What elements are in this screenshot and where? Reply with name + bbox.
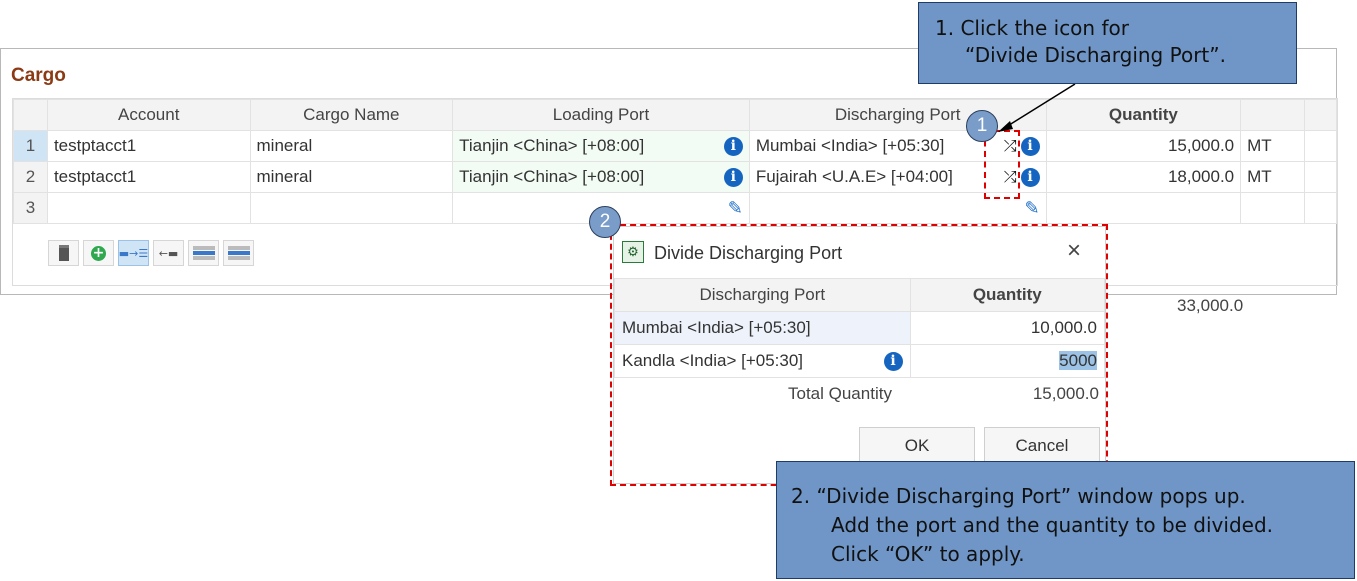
callout-step-2: 2. “Divide Discharging Port” window pops… xyxy=(776,461,1355,579)
col-discharging-port[interactable]: Discharging Port xyxy=(748,99,1047,131)
quantity-cell[interactable]: 15,000.0 xyxy=(1045,130,1242,162)
header-row: Account Cargo Name Loading Port Discharg… xyxy=(13,99,1337,131)
cargo-table: Account Cargo Name Loading Port Discharg… xyxy=(13,99,1337,224)
unit-cell[interactable] xyxy=(1240,192,1306,224)
loading-port-text: Tianjin <China> [+08:00] xyxy=(459,136,645,155)
merge-row-button[interactable]: ←▬ xyxy=(153,240,184,266)
insert-above-button[interactable] xyxy=(188,240,219,266)
info-icon[interactable]: i xyxy=(723,136,743,156)
callout-text: Click “OK” to apply. xyxy=(831,542,1025,566)
col-rownum xyxy=(13,99,48,131)
col-unit xyxy=(1240,99,1306,131)
split-icon: ▬→☰ xyxy=(118,246,149,260)
cargo-name-cell[interactable]: mineral xyxy=(249,130,454,162)
step-badge-1: 1 xyxy=(966,110,998,142)
insert-below-button[interactable] xyxy=(223,240,254,266)
col-account[interactable]: Account xyxy=(46,99,251,131)
trash-icon xyxy=(58,245,69,261)
quantity-cell[interactable] xyxy=(1045,192,1242,224)
insert-below-icon xyxy=(227,251,250,255)
table-row[interactable]: 1 testptacct1 mineral Tianjin <China> [+… xyxy=(13,130,1337,162)
cargo-name-cell[interactable]: mineral xyxy=(249,161,454,193)
extra-cell xyxy=(1304,130,1337,162)
panel-title: Cargo xyxy=(11,65,66,86)
callout-step-1: 1. Click the icon for “Divide Dischargin… xyxy=(918,2,1297,84)
cargo-name-cell[interactable] xyxy=(249,192,454,224)
loading-port-cell[interactable]: Tianjin <China> [+08:00] i xyxy=(452,130,750,162)
merge-icon: ←▬ xyxy=(158,246,179,260)
account-cell[interactable]: testptacct1 xyxy=(46,161,251,193)
edit-icon[interactable]: ✎ xyxy=(756,198,1040,219)
row-number[interactable]: 3 xyxy=(13,192,48,224)
callout-text: Add the port and the quantity to be divi… xyxy=(831,513,1274,537)
account-cell[interactable]: testptacct1 xyxy=(46,130,251,162)
split-row-button[interactable]: ▬→☰ xyxy=(118,240,149,266)
col-loading-port[interactable]: Loading Port xyxy=(452,99,750,131)
add-icon: + xyxy=(91,245,106,261)
table-row[interactable]: 3 ✎ ✎ xyxy=(13,192,1337,224)
delete-row-button[interactable] xyxy=(48,240,79,266)
col-quantity[interactable]: Quantity xyxy=(1045,99,1242,131)
quantity-cell[interactable]: 18,000.0 xyxy=(1045,161,1242,193)
highlight-box-2 xyxy=(610,224,1108,486)
col-extra xyxy=(1304,99,1337,131)
unit-cell[interactable]: MT xyxy=(1240,130,1306,162)
table-row[interactable]: 2 testptacct1 mineral Tianjin <China> [+… xyxy=(13,161,1337,193)
extra-cell xyxy=(1304,192,1337,224)
info-icon[interactable]: i xyxy=(723,167,743,187)
unit-cell[interactable]: MT xyxy=(1240,161,1306,193)
discharging-port-text: Fujairah <U.A.E> [+04:00] xyxy=(755,167,953,186)
loading-port-text: Tianjin <China> [+08:00] xyxy=(459,167,645,186)
row-number[interactable]: 1 xyxy=(13,130,48,162)
row-number[interactable]: 2 xyxy=(13,161,48,193)
insert-above-icon xyxy=(192,251,215,255)
info-icon[interactable]: i xyxy=(1020,136,1040,156)
info-icon[interactable]: i xyxy=(1020,167,1040,187)
callout-text: “Divide Discharging Port”. xyxy=(965,43,1226,67)
callout-text: 1. Click the icon for xyxy=(935,16,1129,40)
add-row-button[interactable]: + xyxy=(83,240,114,266)
col-cargo-name[interactable]: Cargo Name xyxy=(249,99,454,131)
loading-port-cell[interactable]: Tianjin <China> [+08:00] i xyxy=(452,161,750,193)
account-cell[interactable] xyxy=(46,192,251,224)
discharging-port-text: Mumbai <India> [+05:30] xyxy=(755,136,945,155)
callout-text: 2. “Divide Discharging Port” window pops… xyxy=(791,484,1246,508)
extra-cell xyxy=(1304,161,1337,193)
step-badge-2: 2 xyxy=(589,206,621,238)
grid-toolbar: + ▬→☰ ←▬ xyxy=(48,240,254,266)
total-quantity: 33,000.0 xyxy=(1177,296,1244,315)
highlight-box-1 xyxy=(984,130,1020,199)
